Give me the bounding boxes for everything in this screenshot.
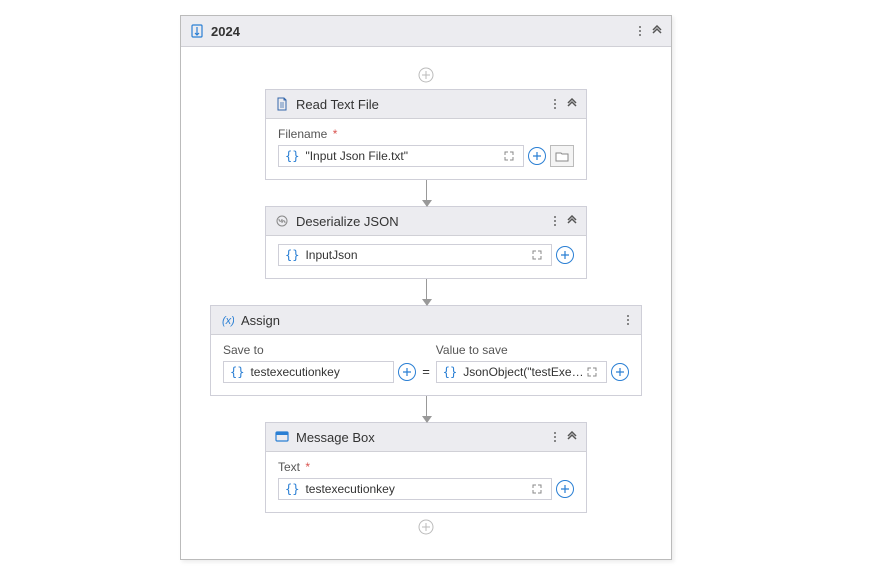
label-text: Filename xyxy=(278,127,327,141)
add-activity-bottom[interactable] xyxy=(418,519,434,535)
required-mark: * xyxy=(305,460,310,474)
activity-title: Message Box xyxy=(296,430,375,445)
add-expression-button[interactable] xyxy=(556,246,574,264)
sequence-title: 2024 xyxy=(211,24,240,39)
activity-deserialize-json[interactable]: Deserialize JSON {} InputJson xyxy=(265,206,587,279)
value-to-save-value: JsonObject("testExecut xyxy=(463,365,584,379)
expression-icon: {} xyxy=(285,149,299,163)
activity-menu-icon[interactable] xyxy=(550,214,560,228)
label-text: Text xyxy=(278,460,300,474)
save-to-value: testexecutionkey xyxy=(250,365,387,379)
filename-value: "Input Json File.txt" xyxy=(305,149,501,163)
save-to-input[interactable]: {} testexecutionkey xyxy=(223,361,394,383)
sequence-body: Read Text File Filename * {} "Input Json xyxy=(181,47,671,559)
expand-icon[interactable] xyxy=(501,148,517,164)
activity-header[interactable]: (x) Assign xyxy=(211,306,641,335)
json-icon xyxy=(274,213,290,229)
required-mark: * xyxy=(333,127,338,141)
field-label: Filename * xyxy=(278,127,574,141)
expression-icon: {} xyxy=(230,365,244,379)
collapse-icon[interactable] xyxy=(651,25,663,37)
collapse-icon[interactable] xyxy=(566,431,578,443)
activity-header[interactable]: Read Text File xyxy=(266,90,586,119)
file-icon xyxy=(274,96,290,112)
equals-sign: = xyxy=(422,364,430,383)
activity-title: Deserialize JSON xyxy=(296,214,399,229)
activity-content: {} InputJson xyxy=(266,236,586,278)
activity-assign[interactable]: (x) Assign Save to {} testexecutionkey xyxy=(210,305,642,396)
collapse-icon[interactable] xyxy=(566,98,578,110)
activity-content: Save to {} testexecutionkey = xyxy=(211,335,641,395)
flow-arrow xyxy=(426,180,427,206)
variable-icon: (x) xyxy=(219,312,235,328)
activity-read-text-file[interactable]: Read Text File Filename * {} "Input Json xyxy=(265,89,587,180)
activity-content: Filename * {} "Input Json File.txt" xyxy=(266,119,586,179)
activity-header[interactable]: Deserialize JSON xyxy=(266,207,586,236)
flow-arrow xyxy=(426,279,427,305)
json-value: InputJson xyxy=(305,248,529,262)
text-value: testexecutionkey xyxy=(305,482,529,496)
activity-menu-icon[interactable] xyxy=(623,313,633,327)
add-expression-button[interactable] xyxy=(556,480,574,498)
expression-icon: {} xyxy=(285,482,299,496)
flow-arrow xyxy=(426,396,427,422)
expand-icon[interactable] xyxy=(584,364,600,380)
activity-message-box[interactable]: Message Box Text * {} testexecutionkey xyxy=(265,422,587,513)
value-to-save-input[interactable]: {} JsonObject("testExecut xyxy=(436,361,607,383)
svg-text:(x): (x) xyxy=(222,315,234,327)
activity-header[interactable]: Message Box xyxy=(266,423,586,452)
sequence-header[interactable]: 2024 xyxy=(181,16,671,47)
filename-input[interactable]: {} "Input Json File.txt" xyxy=(278,145,524,167)
browse-folder-button[interactable] xyxy=(550,145,574,167)
add-expression-button[interactable] xyxy=(611,363,629,381)
activity-content: Text * {} testexecutionkey xyxy=(266,452,586,512)
activity-menu-icon[interactable] xyxy=(550,97,560,111)
sequence-container: 2024 Read Text File xyxy=(180,15,672,560)
text-input[interactable]: {} testexecutionkey xyxy=(278,478,552,500)
activity-title: Assign xyxy=(241,313,280,328)
sequence-menu-icon[interactable] xyxy=(635,24,645,38)
json-input[interactable]: {} InputJson xyxy=(278,244,552,266)
add-expression-button[interactable] xyxy=(398,363,416,381)
value-to-save-label: Value to save xyxy=(436,343,629,357)
add-expression-button[interactable] xyxy=(528,147,546,165)
activity-title: Read Text File xyxy=(296,97,379,112)
sequence-icon xyxy=(189,23,205,39)
add-activity-top[interactable] xyxy=(418,67,434,83)
message-icon xyxy=(274,429,290,445)
expression-icon: {} xyxy=(443,365,457,379)
activity-menu-icon[interactable] xyxy=(550,430,560,444)
expression-icon: {} xyxy=(285,248,299,262)
collapse-icon[interactable] xyxy=(566,215,578,227)
save-to-label: Save to xyxy=(223,343,416,357)
expand-icon[interactable] xyxy=(529,247,545,263)
expand-icon[interactable] xyxy=(529,481,545,497)
field-label: Text * xyxy=(278,460,574,474)
